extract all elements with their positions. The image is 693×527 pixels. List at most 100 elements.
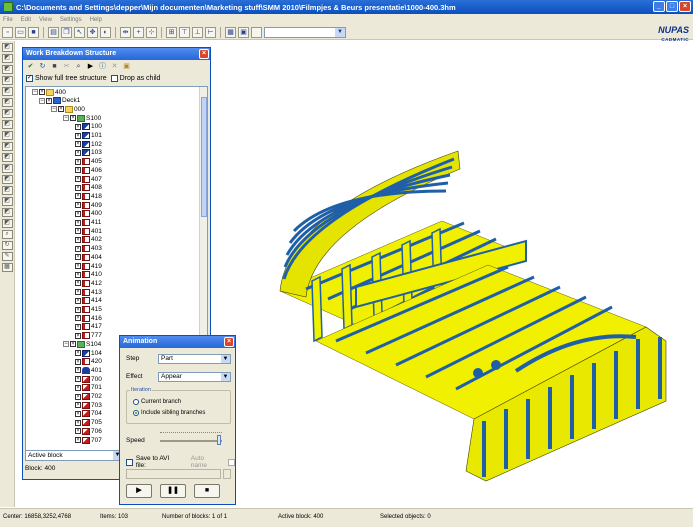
side-view-icon[interactable]: ⊢ — [205, 26, 216, 38]
tree-node[interactable]: × 406 — [75, 166, 102, 174]
tree-node[interactable]: × 419 — [75, 262, 102, 270]
new-file-icon[interactable]: ▫ — [2, 26, 13, 38]
tree-node[interactable]: × 410 — [75, 271, 102, 279]
tree-node-checkbox[interactable]: × — [75, 428, 81, 435]
tree-expander[interactable]: − — [63, 341, 69, 348]
select-arrow-icon[interactable]: ↖ — [74, 26, 85, 38]
cube-icon[interactable]: ◩ — [1, 208, 13, 217]
cube-icon[interactable]: ◩ — [1, 76, 13, 85]
tree-node-checkbox[interactable]: × — [75, 271, 81, 278]
wbs-close-button[interactable]: × — [199, 49, 209, 59]
zoom-icon[interactable]: ⌕ — [1, 230, 13, 239]
save-avi-checkbox[interactable] — [126, 458, 133, 466]
tree-node-checkbox[interactable]: × — [75, 332, 81, 339]
tree-node[interactable]: × 405 — [75, 158, 102, 166]
cube-icon[interactable]: ◩ — [1, 98, 13, 107]
tree-node-checkbox[interactable]: × — [75, 158, 81, 165]
pencil-icon[interactable]: ✎ — [1, 252, 13, 261]
tree-node[interactable]: × 706 — [75, 427, 102, 435]
tree-expander[interactable]: − — [39, 97, 45, 104]
measure-icon[interactable]: ⊹ — [146, 26, 157, 38]
current-branch-radio[interactable]: Current branch — [133, 399, 181, 405]
tree-node[interactable]: × 100 — [75, 123, 102, 131]
tree-node[interactable]: × 412 — [75, 279, 102, 287]
step-select[interactable]: Part ▼ — [158, 354, 231, 364]
tree-node-checkbox[interactable]: × — [75, 193, 81, 200]
avi-file-input[interactable] — [126, 469, 221, 479]
tree-node-checkbox[interactable]: × — [75, 323, 81, 330]
tree-node-checkbox[interactable]: × — [75, 184, 81, 191]
tree-node-checkbox[interactable]: × — [75, 350, 81, 356]
tree-node[interactable]: × 401 — [75, 366, 102, 374]
speed-slider-thumb[interactable] — [216, 435, 221, 445]
tree-node[interactable]: − × Deck1 — [39, 97, 80, 105]
view-combo[interactable]: ▼ — [264, 26, 346, 38]
tree-node-checkbox[interactable]: × — [75, 141, 81, 148]
tree-node[interactable]: × 704 — [75, 410, 102, 418]
tree-expander[interactable]: − — [63, 115, 69, 122]
tree-node-checkbox[interactable]: × — [75, 437, 81, 443]
tree-node[interactable]: × 703 — [75, 401, 102, 409]
tree-node-checkbox[interactable]: × — [75, 315, 81, 322]
tree-node-checkbox[interactable]: × — [75, 306, 81, 313]
tree-node[interactable]: × 403 — [75, 245, 102, 253]
cube-icon[interactable]: ◩ — [1, 131, 13, 140]
tree-node-checkbox[interactable]: × — [70, 115, 76, 122]
cut-icon[interactable]: ✂ — [62, 62, 71, 71]
save-icon[interactable]: ■ — [50, 62, 59, 71]
tree-node-checkbox[interactable]: × — [75, 367, 81, 374]
cross-icon[interactable]: + — [133, 26, 144, 38]
move-icon[interactable]: ⇹ — [120, 26, 131, 38]
tree-node-checkbox[interactable]: × — [75, 254, 81, 261]
tree-node-checkbox[interactable]: × — [75, 419, 81, 426]
tree-node[interactable]: × 420 — [75, 358, 102, 366]
tree-node-checkbox[interactable]: × — [70, 341, 76, 348]
cube-icon[interactable]: ◩ — [1, 87, 13, 96]
tree-node-checkbox[interactable]: × — [75, 410, 81, 417]
active-block-combo[interactable]: Active block ▼ — [25, 450, 123, 461]
tree-node[interactable]: × 414 — [75, 297, 102, 305]
cube-icon[interactable]: ◩ — [1, 65, 13, 74]
pan-icon[interactable]: ✥ — [87, 26, 98, 38]
tree-node[interactable]: × 104 — [75, 349, 102, 357]
cube-icon[interactable]: ◩ — [1, 109, 13, 118]
check-icon[interactable]: ✔ — [26, 62, 35, 71]
rotate-icon[interactable]: ↻ — [1, 241, 13, 250]
3d-viewport[interactable] — [216, 41, 693, 507]
tree-node-checkbox[interactable]: × — [75, 393, 81, 400]
print-icon[interactable]: ▤ — [48, 26, 59, 38]
tree-node-checkbox[interactable]: × — [75, 149, 81, 156]
tree-node[interactable]: − × 400 — [32, 88, 66, 96]
tree-node[interactable]: − × S100 — [63, 114, 101, 122]
cube-icon[interactable]: ◩ — [1, 219, 13, 228]
tree-node-checkbox[interactable]: × — [75, 219, 81, 226]
menu-file[interactable]: File — [3, 17, 13, 23]
open-folder-icon[interactable]: ▭ — [15, 26, 26, 38]
info-icon[interactable]: ⓘ — [98, 62, 107, 71]
avi-browse-button[interactable] — [223, 469, 231, 479]
save-icon[interactable]: ■ — [28, 26, 39, 38]
stop-button[interactable]: ■ — [194, 484, 220, 498]
tree-node-checkbox[interactable]: × — [75, 376, 81, 383]
blank-icon[interactable] — [251, 26, 262, 38]
tree-node[interactable]: × 417 — [75, 323, 102, 331]
menu-help[interactable]: Help — [90, 17, 102, 23]
tree-node-checkbox[interactable]: × — [46, 97, 52, 104]
tree-node[interactable]: × 707 — [75, 436, 102, 444]
tree-node-checkbox[interactable]: × — [75, 167, 81, 174]
maximize-button[interactable]: □ — [666, 1, 678, 12]
tree-node-checkbox[interactable]: × — [75, 384, 81, 391]
tree-node[interactable]: × 402 — [75, 236, 102, 244]
cube-icon[interactable]: ◩ — [1, 164, 13, 173]
cube-icon[interactable]: ◩ — [1, 43, 13, 52]
tree-node[interactable]: × 103 — [75, 149, 102, 157]
tree-node[interactable]: × 777 — [75, 332, 102, 340]
tree-node[interactable]: × 409 — [75, 201, 102, 209]
tree-node[interactable]: × 415 — [75, 306, 102, 314]
tree-node[interactable]: × 418 — [75, 192, 102, 200]
tree-node-checkbox[interactable]: × — [75, 132, 81, 139]
tree-expander[interactable]: − — [51, 106, 57, 113]
pause-button[interactable]: ❚❚ — [160, 484, 186, 498]
tree-node[interactable]: × 701 — [75, 384, 102, 392]
cube-icon[interactable]: ◩ — [1, 120, 13, 129]
